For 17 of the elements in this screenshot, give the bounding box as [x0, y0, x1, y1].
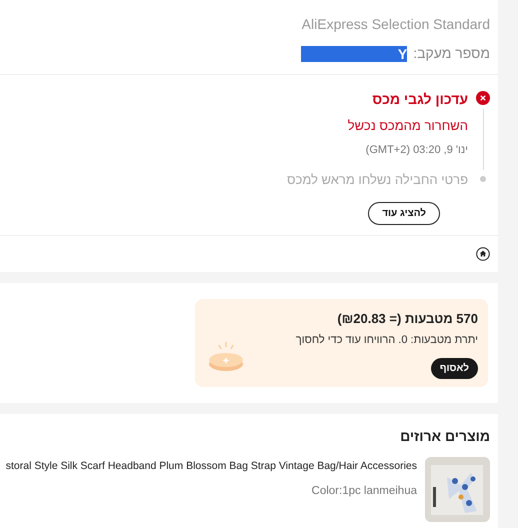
show-more-button[interactable]: להציג עוד — [368, 202, 440, 224]
coin-icon — [207, 340, 245, 372]
event-date: ינו' 9, 03:20 (GMT+2) — [364, 142, 468, 158]
event-description: השחרור מהמכס נכשל — [348, 117, 468, 135]
coins-title: 570 מטבעות (= ₪20.83) — [337, 310, 478, 328]
home-icon[interactable] — [476, 246, 490, 260]
product-variant: Color:1pc lanmeihua — [310, 484, 417, 498]
collect-button[interactable]: לאסוף — [430, 358, 478, 378]
section-title: מוצרים ארוזים — [399, 426, 490, 446]
event-description: פרטי החבילה נשלחו מראש למכס — [286, 171, 468, 189]
error-icon — [476, 91, 490, 105]
coins-subtitle: יתרת מטבעות: 0. הרוויחו עוד כדי לחסוך — [296, 333, 478, 348]
product-name[interactable]: storal Style Silk Scarf Headband Plum Blossom Bag Strap Vintage Bag/Hair Accessories — [6, 458, 417, 472]
shipping-service: AliExpress Selection Standard — [302, 15, 490, 34]
tracking-label: מספר מעקב: — [413, 44, 490, 63]
event-title: עדכון לגבי מכס — [371, 90, 468, 109]
tracking-number: Y — [301, 46, 408, 62]
